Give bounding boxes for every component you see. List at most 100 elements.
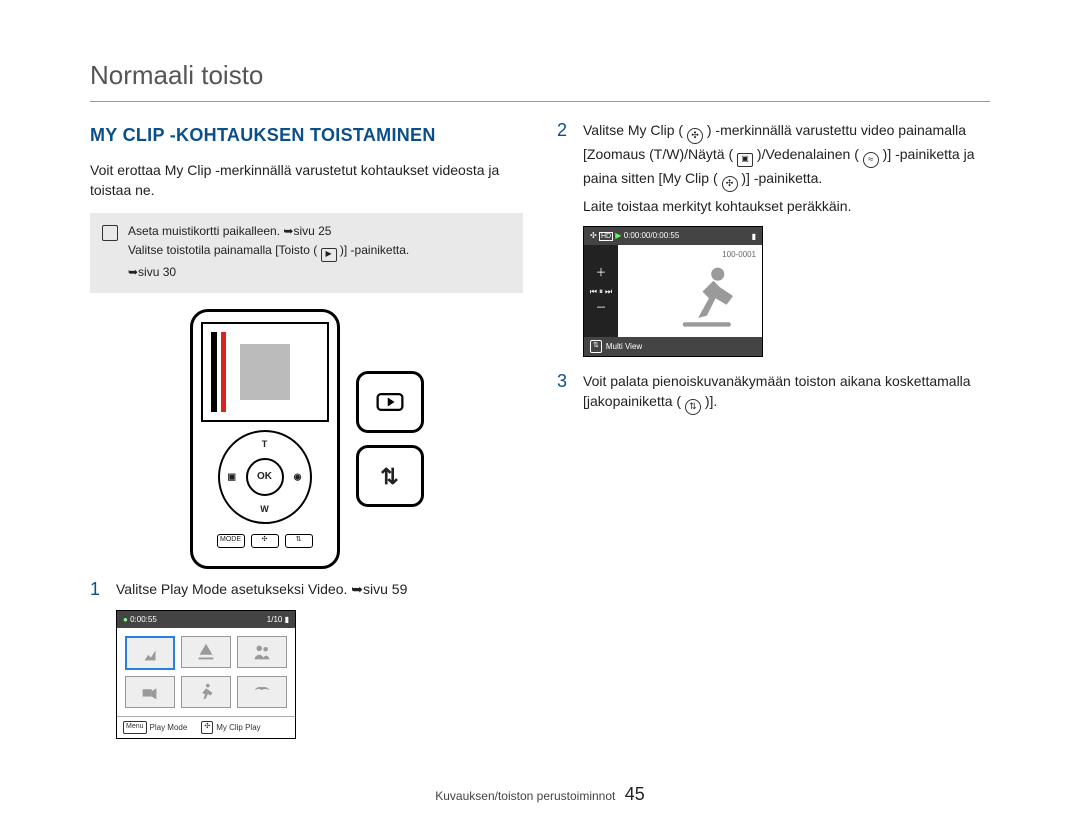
dpad-ok: OK [246, 458, 284, 496]
myclip-badge-icon: ✣ [590, 231, 597, 240]
note-line-1: Aseta muistikortti paikalleen. ➥sivu 25 [128, 223, 409, 240]
page-number: 45 [625, 784, 645, 804]
s3-a: Voit palata pienoiskuvanäkymään toiston … [583, 373, 971, 409]
underwater-icon: ≈ [863, 152, 879, 168]
note-box: Aseta muistikortti paikalleen. ➥sivu 25 … [90, 213, 523, 294]
footer-left-label: Play Mode [150, 722, 188, 734]
zoom-share-button: ⇅ [356, 445, 424, 507]
share-button: ⇅ [285, 534, 313, 548]
note-line-3: ➥sivu 30 [128, 264, 409, 281]
skater-icon [139, 642, 161, 664]
myclip-icon: ✣ [687, 128, 703, 144]
thumb-2 [181, 636, 231, 668]
step-1-text: Valitse Play Mode asetukseksi Video. ➥si… [116, 579, 523, 738]
dpad-up-label: T [262, 438, 268, 451]
thumbnail-grid [117, 628, 295, 716]
play-time: 0:00:00/0:00:55 [624, 231, 680, 240]
share-icon: ⇅ [380, 461, 398, 493]
note-line-2b: )] -painiketta. [340, 243, 409, 257]
rewind-icon: ⏮ [590, 286, 597, 298]
two-columns: MY CLIP -KOHTAUKSEN TOISTAMINEN Voit ero… [90, 120, 990, 745]
playback-canvas: 100-0001 [618, 245, 762, 337]
s3-b: )]. [705, 393, 717, 409]
palm-icon [251, 681, 273, 703]
title-rule [90, 101, 990, 102]
skater-silhouette-icon [674, 261, 744, 331]
myclip-keycap-icon: ✣ [201, 721, 213, 733]
step-3: 3 Voit palata pienoiskuvanäkymään toisto… [557, 371, 990, 415]
display-icon: ▣ [737, 153, 753, 167]
page-footer: Kuvauksen/toiston perustoiminnot 45 [0, 784, 1080, 805]
thumb-5 [181, 676, 231, 708]
thumbnail-lcd-top-bar: ● 0:00:55 1/10 ▮ [117, 611, 295, 629]
thumbnail-lcd: ● 0:00:55 1/10 ▮ [116, 610, 296, 739]
lcd-counter: 1/10 ▮ [267, 614, 289, 626]
step-2: 2 Valitse My Clip ( ✣ ) -merkinnällä var… [557, 120, 990, 357]
footer-left: Menu Play Mode [123, 721, 187, 733]
volume-up-icon: ＋ [596, 266, 607, 282]
device-body: T W ▣ ◉ OK MODE ✣ ⇅ [190, 309, 340, 569]
battery-icon: ▮ [285, 615, 289, 624]
intro-text: Voit erottaa My Clip -merkinnällä varust… [90, 160, 523, 201]
playback-area: ＋ ⏮ ⏸ ⏭ － 100-0001 [584, 245, 762, 337]
dpad: T W ▣ ◉ OK [218, 430, 312, 524]
page-title: Normaali toisto [90, 60, 990, 91]
thumb-6 [237, 676, 287, 708]
dpad-left-icon: ▣ [228, 471, 237, 484]
people-icon [251, 641, 273, 663]
step-3-text: Voit palata pienoiskuvanäkymään toiston … [583, 371, 990, 415]
share-keycap-icon: ⇅ [590, 340, 602, 352]
transport-controls: ⏮ ⏸ ⏭ [590, 286, 612, 298]
manual-page: Normaali toisto MY CLIP -KOHTAUKSEN TOIS… [0, 0, 1080, 825]
note-line-2a: Valitse toistotila painamalla [Toisto ( [128, 243, 317, 257]
footer-label: Kuvauksen/toiston perustoiminnot [435, 789, 615, 803]
screen-thumbnail [240, 344, 290, 400]
step-2-sub: Laite toistaa merkityt kohtaukset peräkk… [583, 196, 990, 216]
zoom-buttons: ⇅ [356, 371, 424, 507]
pause-icon: ⏸ [599, 286, 603, 298]
thumb-3 [237, 636, 287, 668]
note-line-2: Valitse toistotila painamalla [Toisto ( … [128, 242, 409, 262]
s2-a: Valitse My Clip ( [583, 122, 683, 138]
volume-down-icon: － [596, 301, 607, 317]
step-2-number: 2 [557, 120, 573, 142]
play-triangle-icon: ▶ [615, 231, 621, 240]
screen-red-bar [221, 332, 226, 412]
dpad-down-label: W [260, 503, 269, 516]
thumbnail-lcd-footer: Menu Play Mode ✣ My Clip Play [117, 716, 295, 737]
playback-lcd-top: ✣ HD ▶ 0:00:00/0:00:55 ▮ [584, 227, 762, 245]
step-1-text-b: ➥sivu 59 [351, 581, 407, 597]
dpad-right-icon: ◉ [294, 471, 302, 484]
note-icon [102, 225, 118, 241]
lcd-time-value: 0:00:55 [130, 615, 157, 624]
playback-lcd: ✣ HD ▶ 0:00:00/0:00:55 ▮ ＋ ⏮ [583, 226, 763, 356]
file-number: 100-0001 [722, 249, 756, 261]
share-icon-2: ⇅ [685, 399, 701, 415]
thumb-1 [125, 636, 175, 670]
section-heading: MY CLIP -KOHTAUKSEN TOISTAMINEN [90, 122, 523, 148]
sailboat-icon [195, 641, 217, 663]
step-1: 1 Valitse Play Mode asetukseksi Video. ➥… [90, 579, 523, 738]
dot-icon: ● [123, 615, 128, 624]
myclip-button: ✣ [251, 534, 279, 548]
s2-c: )/Vedenalainen ( [757, 146, 859, 162]
play-icon: ▶ [321, 248, 337, 262]
device-screen [201, 322, 329, 422]
zoom-play-button [356, 371, 424, 433]
camcorder-icon [139, 681, 161, 703]
playback-icon [376, 393, 404, 411]
lcd-time: ● 0:00:55 [123, 614, 157, 626]
step-1-text-a: Valitse Play Mode asetukseksi Video. [116, 581, 347, 597]
step-1-number: 1 [90, 579, 106, 601]
right-column: 2 Valitse My Clip ( ✣ ) -merkinnällä var… [557, 120, 990, 745]
footer-right: ✣ My Clip Play [201, 721, 260, 733]
forward-icon: ⏭ [605, 286, 612, 298]
s2-e: )] -painiketta. [741, 170, 822, 186]
playback-lcd-footer: ⇅ Multi View [584, 337, 762, 355]
mode-button: MODE [217, 534, 245, 548]
myclip-icon-2: ✣ [722, 176, 738, 192]
screen-sidebar-icon [211, 332, 217, 412]
footer-right-label: My Clip Play [216, 722, 260, 734]
note-lines: Aseta muistikortti paikalleen. ➥sivu 25 … [128, 223, 409, 284]
battery-icon-2: ▮ [752, 231, 756, 243]
